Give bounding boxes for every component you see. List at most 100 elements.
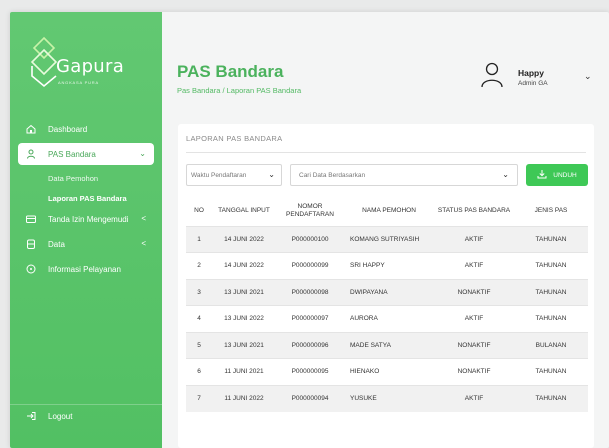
table-cell: DWIPAYANA (344, 278, 434, 306)
table-cell: TAHUNAN (514, 384, 588, 412)
home-icon (26, 124, 36, 134)
table-row[interactable]: 6 11 JUNI 2021 P000000095 HIENAKO NONAKT… (186, 358, 588, 385)
sidebar-item-dashboard[interactable]: Dashboard (10, 118, 162, 140)
table-cell: AKTIF (434, 225, 514, 253)
database-icon (26, 239, 36, 249)
column-header: JENIS PAS (534, 206, 568, 214)
user-avatar-icon (481, 62, 503, 88)
column-header: NO (194, 206, 204, 214)
chevron-left-icon: < (141, 214, 146, 223)
divider (186, 152, 586, 153)
table-cell: AKTIF (434, 305, 514, 332)
sidebar-item-data[interactable]: Data < (10, 233, 162, 255)
table-row[interactable]: 1 14 JUNI 2022 P000000100 KOMANG SUTRIYA… (186, 225, 588, 253)
logout-button[interactable]: Logout (10, 404, 162, 428)
table-cell: 14 JUNI 2022 (212, 225, 276, 253)
table-cell: 5 (186, 331, 212, 359)
table-cell: BULANAN (514, 331, 588, 359)
sidebar: Gapura ANGKASA PURA Dashboard PAS Bandar… (10, 12, 162, 448)
chevron-down-icon: ⌄ (139, 149, 146, 158)
table-cell: 3 (186, 278, 212, 306)
table-cell: 4 (186, 305, 212, 332)
sidebar-item-label: Tanda Izin Mengemudi (48, 214, 129, 224)
table-cell: 11 JUNI 2022 (212, 384, 276, 412)
sidebar-item-label: Data (48, 239, 65, 249)
table-row[interactable]: 7 11 JUNI 2022 P000000094 YUSUKE AKTIF T… (186, 384, 588, 412)
main-content: PAS Bandara Pas Bandara / Laporan PAS Ba… (162, 12, 609, 448)
sidebar-item-label: PAS Bandara (48, 149, 96, 159)
card-icon (26, 214, 36, 224)
table-cell: TAHUNAN (514, 252, 588, 279)
user-menu[interactable]: Happy Admin GA ⌄ (480, 60, 609, 100)
table-cell: 2 (186, 252, 212, 279)
search-select[interactable]: Cari Data Berdasarkan ⌄ (290, 164, 518, 186)
person-icon (26, 149, 36, 159)
table-row[interactable]: 3 13 JUNI 2021 P000000098 DWIPAYANA NONA… (186, 278, 588, 306)
table-cell: TAHUNAN (514, 305, 588, 332)
download-label: UNDUH (553, 171, 577, 179)
table-cell: TAHUNAN (514, 278, 588, 306)
page-title: PAS Bandara (177, 62, 284, 81)
table-cell: TAHUNAN (514, 358, 588, 385)
sidebar-nav: Dashboard PAS Bandara ⌄ Data Pemohon Lap… (10, 118, 162, 283)
table-cell: 1 (186, 225, 212, 253)
table-cell: 13 JUNI 2021 (212, 278, 276, 306)
table-row[interactable]: 4 13 JUNI 2022 P000000097 AURORA AKTIF T… (186, 305, 588, 332)
column-header: NOMOR PENDAFTARAN (286, 202, 334, 218)
app-window: Gapura ANGKASA PURA Dashboard PAS Bandar… (10, 12, 609, 448)
sidebar-subitem-laporan-pas[interactable]: Laporan PAS Bandara (10, 188, 162, 208)
column-header: STATUS PAS BANDARA (437, 206, 511, 214)
logout-label: Logout (48, 412, 73, 421)
report-card: LAPORAN PAS BANDARA Waktu Pendaftaran ⌄ … (178, 124, 594, 448)
table-cell: 13 JUNI 2021 (212, 331, 276, 359)
table-cell: 6 (186, 358, 212, 385)
table-row[interactable]: 2 14 JUNI 2022 P000000099 SRI HAPPY AKTI… (186, 252, 588, 279)
table-cell: P000000098 (276, 278, 344, 306)
info-icon (26, 264, 36, 274)
table-cell: NONAKTIF (434, 358, 514, 385)
date-filter-value: Waktu Pendaftaran (191, 171, 247, 179)
table-cell: P000000096 (276, 331, 344, 359)
table-cell: P000000095 (276, 358, 344, 385)
table-cell: KOMANG SUTRIYASIH (344, 225, 434, 253)
chevron-down-icon[interactable]: ⌄ (584, 71, 592, 82)
sidebar-item-label: Informasi Pelayanan (48, 264, 121, 274)
user-role: Admin GA (518, 80, 548, 87)
sidebar-item-label: Dashboard (48, 124, 88, 134)
column-header: TANGGAL INPUT (218, 206, 270, 214)
chevron-down-icon: ⌄ (502, 170, 509, 179)
table-cell: 7 (186, 384, 212, 412)
report-title: LAPORAN PAS BANDARA (186, 134, 283, 143)
table-cell: P000000097 (276, 305, 344, 332)
table-cell: HIENAKO (344, 358, 434, 385)
sidebar-subitem-data-pemohon[interactable]: Data Pemohon (10, 168, 162, 188)
sidebar-item-pas-bandara[interactable]: PAS Bandara ⌄ (18, 143, 154, 165)
table-cell: AKTIF (434, 252, 514, 279)
table-cell: YUSUKE (344, 384, 434, 412)
sidebar-item-informasi[interactable]: Informasi Pelayanan (10, 258, 162, 280)
breadcrumb[interactable]: Pas Bandara / Laporan PAS Bandara (177, 86, 301, 95)
table-cell: TAHUNAN (514, 225, 588, 253)
table-cell: SRI HAPPY (344, 252, 434, 279)
table-cell: NONAKTIF (434, 331, 514, 359)
table-row[interactable]: 5 13 JUNI 2021 P000000096 MADE SATYA NON… (186, 331, 588, 359)
date-filter-select[interactable]: Waktu Pendaftaran ⌄ (186, 164, 282, 186)
table-cell: NONAKTIF (434, 278, 514, 306)
table-cell: P000000094 (276, 384, 344, 412)
table-cell: P000000099 (276, 252, 344, 279)
table-cell: 14 JUNI 2022 (212, 252, 276, 279)
table-cell: AKTIF (434, 384, 514, 412)
table-cell: P000000100 (276, 225, 344, 253)
sidebar-item-tanda-izin[interactable]: Tanda Izin Mengemudi < (10, 208, 162, 230)
report-table: NO TANGGAL INPUT NOMOR PENDAFTARAN NAMA … (186, 196, 588, 412)
user-name: Happy (518, 68, 544, 78)
download-button[interactable]: UNDUH (526, 164, 588, 186)
chevron-left-icon: < (141, 239, 146, 248)
column-header: NAMA PEMOHON (362, 206, 416, 214)
search-placeholder: Cari Data Berdasarkan (299, 171, 366, 179)
table-cell: 11 JUNI 2021 (212, 358, 276, 385)
table-cell: MADE SATYA (344, 331, 434, 359)
logout-icon (26, 411, 36, 423)
brand-logo: Gapura ANGKASA PURA (24, 36, 148, 96)
brand-name: Gapura (56, 56, 125, 77)
